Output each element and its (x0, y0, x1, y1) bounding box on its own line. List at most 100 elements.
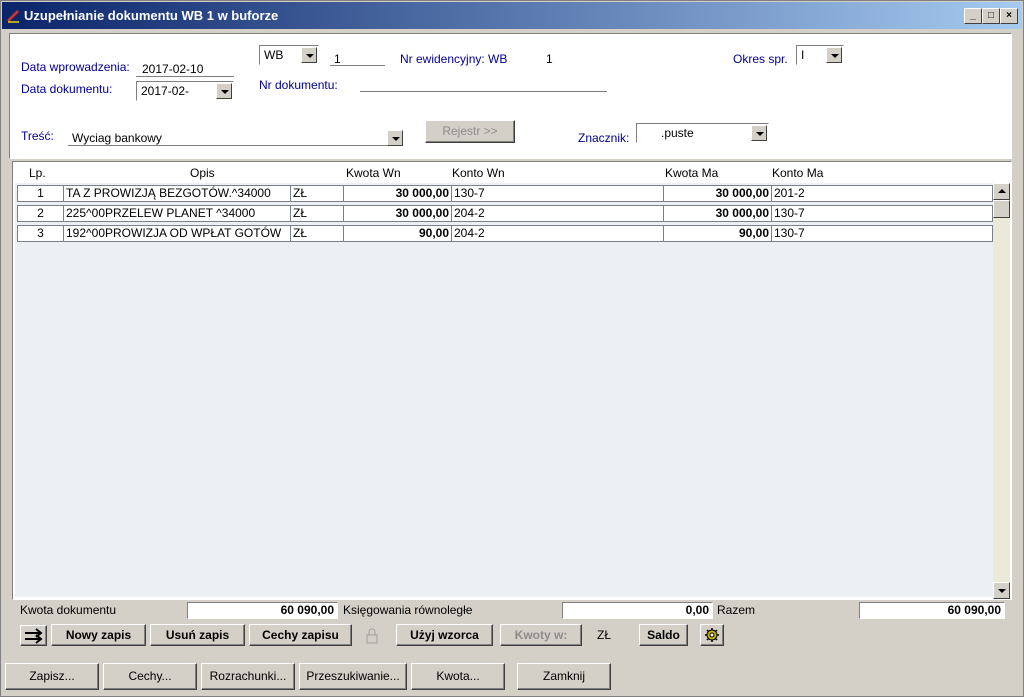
app-pen-icon (6, 10, 19, 23)
nr-ewidencyjny-label: Nr ewidencyjny: WB (400, 52, 508, 66)
cell-konto-wn[interactable]: 204-2 (452, 226, 664, 241)
nr-dokumentu-label: Nr dokumentu: (259, 78, 338, 92)
cell-konto-wn[interactable]: 204-2 (452, 206, 664, 221)
table-row[interactable]: 2 225^00PRZELEW PLANET ^34000 ZŁ 30 000,… (17, 205, 993, 222)
znacznik-label: Znacznik: (578, 131, 630, 145)
znacznik-select[interactable]: .puste (636, 123, 769, 143)
cell-kwota-wn[interactable]: 30 000,00 (344, 186, 452, 201)
nowy-zapis-button[interactable]: Nowy zapis (51, 624, 146, 646)
data-wprowadzenia-label: Data wprowadzenia: (21, 60, 130, 74)
swap-arrows-button[interactable] (20, 625, 47, 646)
cell-opis[interactable]: TA Z PROWIZJĄ BEZGOTÓW.^34000 (64, 186, 291, 201)
document-window: Uzupełnianie dokumentu WB 1 w buforze _ … (0, 0, 1024, 697)
tresc-dropdown[interactable] (386, 129, 404, 149)
data-wprowadzenia-underline (136, 76, 234, 77)
uzyj-wzorca-button[interactable]: Użyj wzorca (396, 624, 493, 646)
cell-waluta: ZŁ (291, 226, 344, 241)
zamknij-button[interactable]: Zamknij (517, 663, 611, 690)
data-dokumentu-field[interactable]: 2017-02- (136, 81, 234, 101)
cell-konto-ma[interactable]: 130-7 (772, 206, 992, 221)
nr-dokumentu-underline (360, 91, 607, 92)
col-header-lp[interactable]: Lp. (29, 166, 46, 180)
kwota-dokumentu-value: 60 090,00 (187, 602, 338, 619)
data-wprowadzenia-value[interactable]: 2017-02-10 (142, 62, 203, 76)
data-dokumentu-value: 2017-02- (141, 84, 190, 98)
rejestr-button[interactable]: Rejestr >> (425, 120, 515, 143)
window-title: Uzupełnianie dokumentu WB 1 w buforze (24, 8, 279, 23)
cell-opis[interactable]: 225^00PRZELEW PLANET ^34000 (64, 206, 291, 221)
cell-konto-wn[interactable]: 130-7 (452, 186, 664, 201)
scroll-thumb[interactable] (993, 200, 1010, 218)
table-row[interactable]: 1 TA Z PROWIZJĄ BEZGOTÓW.^34000 ZŁ 30 00… (17, 185, 993, 202)
doc-number-underline (330, 65, 385, 66)
doc-type-value: WB (264, 48, 284, 62)
document-header-panel: Data wprowadzenia: 2017-02-10 Data dokum… (9, 33, 1012, 159)
cell-waluta: ZŁ (291, 206, 344, 221)
cell-kwota-wn[interactable]: 90,00 (344, 226, 452, 241)
col-header-kwota-wn[interactable]: Kwota Wn (346, 166, 401, 180)
kwota-button[interactable]: Kwota... (411, 663, 505, 690)
ksiegowania-label: Księgowania równoległe (343, 603, 473, 617)
zapisz-button[interactable]: Zapisz... (5, 663, 99, 690)
usun-zapis-button[interactable]: Usuń zapis (150, 624, 245, 646)
cell-opis[interactable]: 192^00PROWIZJA OD WPŁAT GOTÓW (64, 226, 291, 241)
calendar-dropdown-icon[interactable] (216, 83, 232, 99)
cell-lp: 1 (18, 186, 64, 201)
tresc-value[interactable]: Wyciag bankowy (72, 131, 162, 145)
okres-spr-select[interactable]: I (796, 45, 844, 65)
bottom-button-bar: Zapisz... Cechy... Rozrachunki... Przesz… (1, 659, 1023, 695)
saldo-button[interactable]: Saldo (639, 624, 688, 646)
okres-spr-label: Okres spr. (733, 52, 788, 66)
doc-number-value[interactable]: 1 (334, 52, 341, 66)
vertical-scrollbar[interactable] (993, 183, 1010, 599)
cell-konto-ma[interactable]: 130-7 (772, 226, 992, 241)
swap-arrows-icon (24, 628, 43, 644)
title-bar[interactable]: Uzupełnianie dokumentu WB 1 w buforze _ … (2, 2, 1022, 29)
razem-value: 60 090,00 (859, 602, 1005, 619)
przeszukiwanie-button[interactable]: Przeszukiwanie... (299, 663, 407, 690)
rozrachunki-button[interactable]: Rozrachunki... (201, 663, 295, 690)
cell-kwota-ma[interactable]: 90,00 (664, 226, 772, 241)
cechy-button[interactable]: Cechy... (103, 663, 197, 690)
maximize-button[interactable]: □ (982, 8, 1000, 24)
znacznik-value: .puste (661, 126, 694, 140)
cell-kwota-wn[interactable]: 30 000,00 (344, 206, 452, 221)
chevron-down-icon[interactable] (301, 47, 317, 63)
cell-waluta: ZŁ (291, 186, 344, 201)
chevron-down-icon[interactable] (387, 130, 403, 146)
cell-lp: 3 (18, 226, 64, 241)
doc-type-select[interactable]: WB (259, 45, 319, 65)
nr-ewidencyjny-value: 1 (546, 52, 553, 66)
minimize-button[interactable]: _ (964, 8, 982, 24)
kwoty-w-button[interactable]: Kwoty w: (500, 624, 582, 646)
chevron-down-icon[interactable] (751, 125, 767, 141)
okres-spr-value: I (801, 48, 805, 62)
lock-button[interactable] (361, 625, 383, 646)
col-header-konto-wn[interactable]: Konto Wn (452, 166, 505, 180)
table-row[interactable]: 3 192^00PROWIZJA OD WPŁAT GOTÓW ZŁ 90,00… (17, 225, 993, 242)
tresc-label: Treść: (21, 129, 54, 143)
close-button[interactable]: × (1000, 8, 1018, 24)
entries-grid: Lp. Opis Kwota Wn Konto Wn Kwota Ma Kont… (12, 161, 1012, 600)
currency-label: ZŁ (597, 628, 612, 642)
gear-icon (705, 628, 719, 642)
cell-konto-ma[interactable]: 201-2 (772, 186, 992, 201)
data-dokumentu-label: Data dokumentu: (21, 82, 113, 96)
grid-body: 1 TA Z PROWIZJĄ BEZGOTÓW.^34000 ZŁ 30 00… (15, 183, 993, 597)
cell-lp: 2 (18, 206, 64, 221)
cell-kwota-ma[interactable]: 30 000,00 (664, 186, 772, 201)
cechy-zapisu-button[interactable]: Cechy zapisu (249, 624, 352, 646)
ksiegowania-value: 0,00 (562, 602, 713, 619)
scroll-down-arrow-icon[interactable] (993, 582, 1010, 599)
col-header-konto-ma[interactable]: Konto Ma (772, 166, 823, 180)
razem-label: Razem (717, 603, 756, 617)
settings-button[interactable] (700, 624, 724, 646)
scroll-up-arrow-icon[interactable] (993, 183, 1010, 200)
col-header-opis[interactable]: Opis (190, 166, 215, 180)
kwota-dokumentu-label: Kwota dokumentu (20, 603, 117, 617)
tresc-underline (68, 145, 403, 146)
cell-kwota-ma[interactable]: 30 000,00 (664, 206, 772, 221)
lock-icon (366, 628, 378, 644)
col-header-kwota-ma[interactable]: Kwota Ma (665, 166, 718, 180)
chevron-down-icon[interactable] (826, 47, 842, 63)
